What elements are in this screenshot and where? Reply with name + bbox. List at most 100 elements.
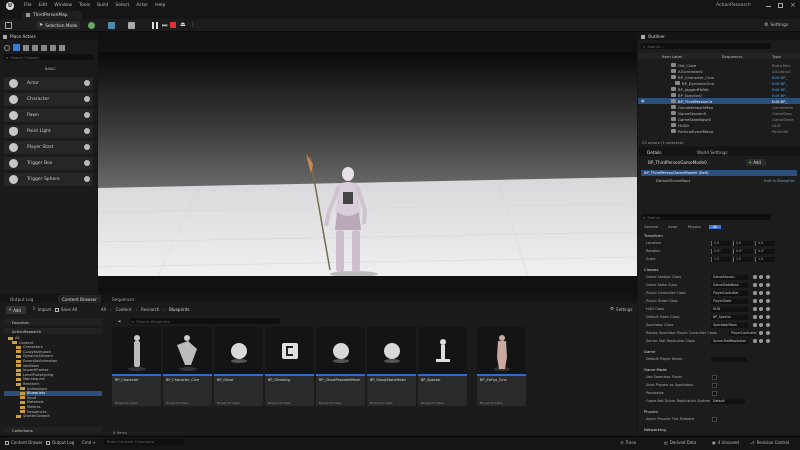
actor-item-character[interactable]: Character bbox=[4, 93, 93, 106]
eject-icon[interactable]: ⏏ bbox=[180, 21, 186, 28]
trace-button[interactable]: ◔ Trace bbox=[620, 440, 636, 445]
rotation-z[interactable]: 0.0° bbox=[755, 248, 775, 254]
menu-select[interactable]: Select bbox=[115, 3, 129, 8]
lights-icon[interactable] bbox=[23, 44, 29, 51]
add-content-icon[interactable] bbox=[88, 22, 95, 29]
visual-effects-icon[interactable] bbox=[41, 44, 47, 51]
row-type[interactable]: Edit BP_ bbox=[772, 87, 787, 92]
blueprint-icon[interactable] bbox=[108, 22, 115, 29]
reset-icon[interactable] bbox=[766, 275, 770, 279]
outliner-row[interactable]: GameStateBase0 GameState bbox=[638, 116, 800, 122]
class-dropdown[interactable]: PlayerController bbox=[729, 330, 757, 336]
asset-tile[interactable]: BP_GhostPoseableMesh Blueprint Class bbox=[316, 327, 365, 406]
outliner-row[interactable]: BP_Character_Cine Edit BP_ bbox=[638, 74, 800, 80]
filter-actor[interactable]: Actor bbox=[668, 225, 677, 229]
menu-edit[interactable]: Edit bbox=[39, 3, 48, 8]
breadcrumb-research[interactable]: Research bbox=[141, 307, 159, 312]
content-browser-tab[interactable]: Content Browser bbox=[58, 295, 101, 303]
asset-tile[interactable]: BP_Spector Blueprint Class bbox=[418, 327, 467, 406]
component-scene-root[interactable]: DefaultSceneRoot bbox=[656, 178, 690, 183]
volumes-icon[interactable] bbox=[50, 44, 56, 51]
filter-all[interactable]: All bbox=[708, 225, 722, 229]
details-tab[interactable]: Details bbox=[647, 150, 662, 155]
breadcrumb-all[interactable]: All bbox=[101, 307, 106, 312]
sequencer-tab[interactable]: Sequencer bbox=[112, 297, 134, 302]
breadcrumb-content[interactable]: Content bbox=[116, 307, 132, 312]
class-dropdown[interactable]: GameStateBase bbox=[711, 282, 748, 288]
all-classes-icon[interactable] bbox=[59, 44, 65, 51]
location-y[interactable]: 0.0 bbox=[733, 240, 753, 246]
add-icon[interactable] bbox=[759, 275, 763, 279]
level-tab[interactable]: ThirdPersonMap bbox=[22, 11, 82, 19]
outliner-tab[interactable]: Outliner bbox=[638, 33, 800, 40]
basic-icon[interactable] bbox=[13, 44, 20, 51]
help-icon[interactable] bbox=[84, 176, 90, 182]
location-z[interactable]: 0.0 bbox=[755, 240, 775, 246]
class-dropdown[interactable]: PlayerController bbox=[711, 290, 748, 296]
browse-icon[interactable] bbox=[753, 291, 757, 295]
skip-icon[interactable]: ⏭ bbox=[162, 22, 167, 29]
outliner-row[interactable]: HUD0 HUD bbox=[638, 122, 800, 128]
actor-item-point-light[interactable]: Point Light bbox=[4, 125, 93, 138]
row-type[interactable]: Edit BP_ bbox=[772, 99, 787, 104]
class-dropdown[interactable]: GameSession bbox=[711, 274, 748, 280]
menu-help[interactable]: Help bbox=[155, 3, 165, 8]
reset-icon[interactable] bbox=[766, 307, 770, 311]
derived-data-button[interactable]: ▤ Derived Data bbox=[664, 440, 696, 445]
place-actors-tab[interactable]: Place Actors bbox=[0, 33, 97, 40]
tree-item[interactable]: StarterContent bbox=[16, 414, 50, 419]
seamless-travel-checkbox[interactable] bbox=[712, 374, 717, 380]
browse-icon[interactable] bbox=[753, 339, 757, 343]
filter-physics[interactable]: Physics bbox=[688, 225, 701, 229]
scale-y[interactable]: 1.0 bbox=[733, 256, 753, 262]
actor-item-actor[interactable]: Actor bbox=[4, 77, 93, 90]
player-name-input[interactable] bbox=[711, 356, 747, 362]
location-x[interactable]: 0.0 bbox=[711, 240, 731, 246]
tree-item-selected[interactable]: Blueprints bbox=[4, 391, 102, 396]
replication-dropdown[interactable]: Default bbox=[711, 398, 745, 404]
save-icon[interactable] bbox=[5, 22, 12, 29]
content-search[interactable]: ⌕ Search Blueprints bbox=[130, 318, 280, 324]
class-dropdown[interactable]: ServerStatReplicator bbox=[711, 338, 748, 344]
cmd-dropdown[interactable]: Cmd ▾ bbox=[82, 440, 95, 445]
reset-icon[interactable] bbox=[766, 299, 770, 303]
add-icon[interactable] bbox=[759, 283, 763, 287]
browse-icon[interactable] bbox=[753, 307, 757, 311]
spectators-checkbox[interactable] bbox=[712, 382, 717, 388]
outliner-row[interactable]: AIController0 AIControll bbox=[638, 68, 800, 74]
settings-button[interactable]: ⚙ Settings bbox=[764, 22, 788, 28]
browse-icon[interactable] bbox=[753, 283, 757, 287]
row-type[interactable]: Edit BP_ bbox=[772, 93, 787, 98]
outliner-row[interactable]: ParticleEventMana ParticleE bbox=[638, 128, 800, 134]
menu-file[interactable]: File bbox=[24, 3, 32, 8]
add-icon[interactable] bbox=[759, 291, 763, 295]
save-all-button[interactable]: Save All bbox=[55, 307, 77, 312]
eye-icon[interactable]: ◉ bbox=[641, 98, 645, 103]
world-settings-tab[interactable]: World Settings bbox=[697, 150, 728, 155]
menu-tools[interactable]: Tools bbox=[79, 3, 90, 8]
networking-header[interactable]: Networking bbox=[644, 427, 666, 432]
asset-tile[interactable]: BP_GhostStaticMesh Blueprint Class bbox=[367, 327, 416, 406]
add-icon[interactable] bbox=[759, 307, 763, 311]
recent-icon[interactable] bbox=[4, 44, 10, 51]
unsaved-button[interactable]: ▣ 4 Unsaved bbox=[712, 440, 739, 445]
reset-icon[interactable] bbox=[766, 339, 770, 343]
content-drawer-button[interactable]: Content Drawer bbox=[5, 440, 43, 445]
col-item-label[interactable]: Item Label bbox=[662, 54, 682, 59]
add-button[interactable]: + Add bbox=[6, 306, 26, 314]
component-self[interactable]: BP_ThirdPersonGameMode0 (Self) bbox=[641, 170, 797, 176]
help-icon[interactable] bbox=[84, 96, 90, 102]
content-settings-button[interactable]: ⚙ Settings bbox=[610, 307, 632, 312]
row-type[interactable]: Edit BP_ bbox=[772, 81, 787, 86]
help-icon[interactable] bbox=[84, 112, 90, 118]
unreal-logo-icon[interactable]: U bbox=[6, 2, 14, 10]
edit-in-blueprint-link[interactable]: Edit in Blueprint bbox=[764, 178, 795, 183]
add-icon[interactable] bbox=[759, 339, 763, 343]
col-type[interactable]: Type bbox=[772, 54, 781, 59]
outliner-row[interactable]: Old_Cube StaticMes bbox=[638, 62, 800, 68]
help-icon[interactable] bbox=[84, 160, 90, 166]
level-viewport[interactable] bbox=[98, 52, 637, 276]
class-dropdown[interactable]: PlayerState bbox=[711, 298, 748, 304]
row-type[interactable]: Edit BP_ bbox=[772, 75, 787, 80]
rotation-x[interactable]: 0.0° bbox=[711, 248, 731, 254]
